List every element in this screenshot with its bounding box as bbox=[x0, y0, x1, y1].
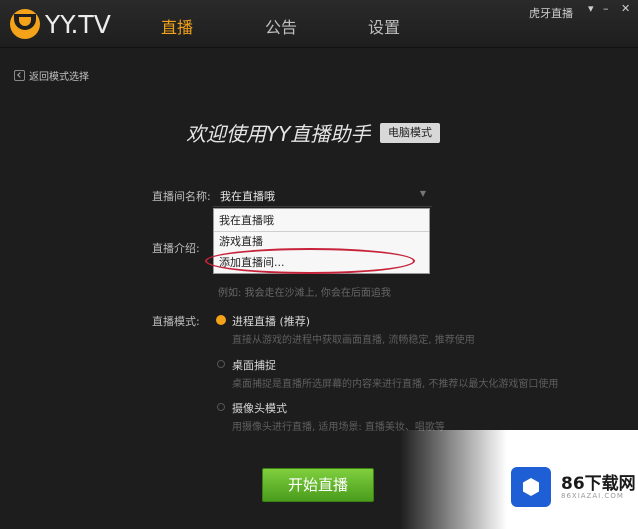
nav-tab-announcement[interactable]: 公告 bbox=[265, 14, 297, 38]
yy-logo-icon bbox=[10, 9, 40, 39]
nav-tab-live[interactable]: 直播 bbox=[161, 14, 193, 38]
user-name[interactable]: 虎牙直播 bbox=[529, 5, 573, 21]
mode-option-desc: 直接从游戏的进程中获取画面直播, 流畅稳定, 推荐使用 bbox=[232, 335, 475, 346]
back-to-mode-select[interactable]: 返回模式选择 bbox=[14, 68, 89, 83]
mode-option-title[interactable]: 桌面捕捉 bbox=[232, 357, 276, 373]
room-name-label: 直播间名称: bbox=[152, 190, 211, 203]
mode-option-title[interactable]: 摄像头模式 bbox=[232, 400, 287, 416]
welcome-title: 欢迎使用YY直播助手 bbox=[186, 122, 371, 146]
watermark-sub: 86XIAZAI.COM bbox=[561, 492, 624, 500]
chevron-down-icon: ▼ bbox=[419, 189, 426, 198]
close-icon[interactable]: ✕ bbox=[621, 2, 630, 15]
minimize-icon[interactable]: – bbox=[603, 2, 609, 15]
yy-logo: YY.TV bbox=[10, 9, 111, 39]
cube-icon bbox=[523, 478, 539, 496]
radio-desktop-capture[interactable] bbox=[217, 360, 225, 368]
intro-example: 例如: 我会走在沙滩上, 你会在后面追我 bbox=[218, 288, 391, 299]
dropdown-option[interactable]: 我在直播哦 bbox=[214, 211, 429, 231]
top-bar: YY.TV 直播 公告 设置 虎牙直播 ▾ – ✕ bbox=[0, 0, 638, 48]
watermark-text: 86下载网 bbox=[561, 474, 636, 494]
watermark-logo-icon bbox=[511, 467, 551, 507]
room-name-select[interactable]: 我在直播哦 ▼ bbox=[213, 183, 432, 207]
mode-label: 直播模式: bbox=[152, 315, 200, 328]
menu-dropdown-icon[interactable]: ▾ bbox=[588, 2, 594, 15]
mode-badge: 电脑模式 bbox=[380, 123, 440, 143]
back-label: 返回模式选择 bbox=[29, 72, 89, 83]
highlight-annotation bbox=[205, 248, 415, 274]
radio-camera-mode[interactable] bbox=[217, 403, 225, 411]
back-arrow-icon bbox=[14, 70, 25, 81]
start-live-button[interactable]: 开始直播 bbox=[262, 468, 374, 502]
nav-tab-settings[interactable]: 设置 bbox=[368, 14, 400, 38]
mode-option-title[interactable]: 进程直播 (推荐) bbox=[232, 313, 310, 329]
radio-process-mode[interactable] bbox=[217, 316, 225, 324]
mode-option-desc: 桌面捕捉是直播所选屏幕的内容来进行直播, 不推荐以最大化游戏窗口使用 bbox=[232, 379, 559, 390]
logo-text: YY.TV bbox=[45, 9, 111, 39]
room-name-value: 我在直播哦 bbox=[220, 190, 275, 203]
intro-label: 直播介绍: bbox=[152, 242, 200, 255]
